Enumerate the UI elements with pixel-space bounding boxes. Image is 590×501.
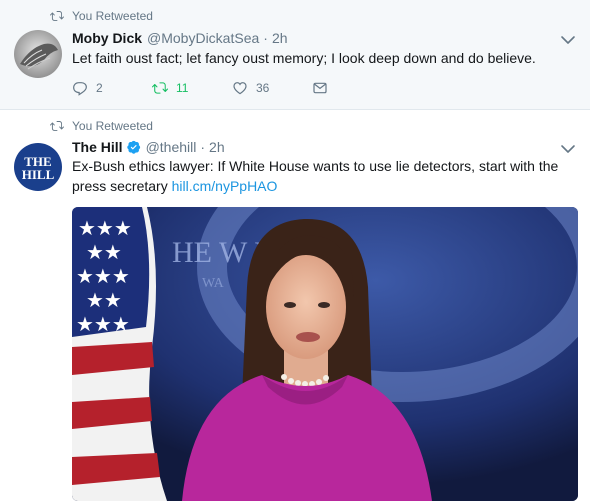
svg-text:★★★: ★★★ [76,312,130,336]
dm-button[interactable] [312,80,392,96]
dm-icon [313,82,327,94]
backdrop-text-2: WA [202,276,225,291]
author-name[interactable]: The Hill [72,139,123,155]
tweet-time[interactable]: 2h [272,30,288,46]
separator: · [263,30,268,46]
separator: · [200,139,206,155]
retweet-context: You Retweeted [50,119,153,133]
tweet-body: Ex-Bush ethics lawyer: If White House wa… [72,158,559,194]
retweet-icon [50,121,64,131]
tweet-the-hill[interactable]: You Retweeted THE HILL The Hill @thehill… [0,110,590,501]
svg-text:★★★: ★★★ [78,216,132,240]
retweet-context: You Retweeted [50,9,153,23]
tweet-moby-dick[interactable]: You Retweeted Moby Dick @MobyDickatSea ·… [0,0,590,110]
tweet-time[interactable]: 2h [209,139,225,155]
tweet-media-photo[interactable]: HE W HOUSE WA ★★★ ★★ ★★★ ★★ ★★★ [72,207,578,501]
verified-badge-icon [126,140,140,154]
like-count: 36 [256,81,270,95]
retweet-label: You Retweeted [72,9,153,23]
avatar-the-hill[interactable]: THE HILL [14,143,62,191]
retweet-icon [152,82,168,94]
like-button[interactable]: 36 [232,80,312,96]
tweet-header: The Hill @thehill · 2h [72,139,225,155]
chevron-down-icon[interactable] [560,141,576,157]
reply-count: 2 [96,81,103,95]
author-name[interactable]: Moby Dick [72,30,142,46]
tweet-text: Let faith oust fact; let fancy oust memo… [72,50,536,66]
tweet-header: Moby Dick @MobyDickatSea · 2h [72,30,288,46]
tweet-link[interactable]: hill.cm/nyPpHAO [172,178,278,194]
retweet-button[interactable]: 11 [152,80,232,96]
chevron-down-icon[interactable] [560,32,576,48]
avatar-moby-dick[interactable] [14,30,62,78]
tweet-text: Ex-Bush ethics lawyer: If White House wa… [72,156,572,196]
svg-text:★★: ★★ [86,288,122,312]
svg-text:★★★: ★★★ [76,264,130,288]
reply-icon [73,82,87,96]
author-handle[interactable]: @MobyDickatSea [147,30,259,46]
retweet-label: You Retweeted [72,119,153,133]
heart-icon [233,82,247,95]
svg-text:HILL: HILL [22,167,55,182]
retweet-count: 11 [176,81,189,95]
reply-button[interactable]: 2 [72,80,152,96]
retweet-icon [50,11,64,21]
svg-text:★★: ★★ [86,240,122,264]
tweet-actions: 2 11 36 [72,80,392,96]
author-handle[interactable]: @thehill [146,139,197,155]
